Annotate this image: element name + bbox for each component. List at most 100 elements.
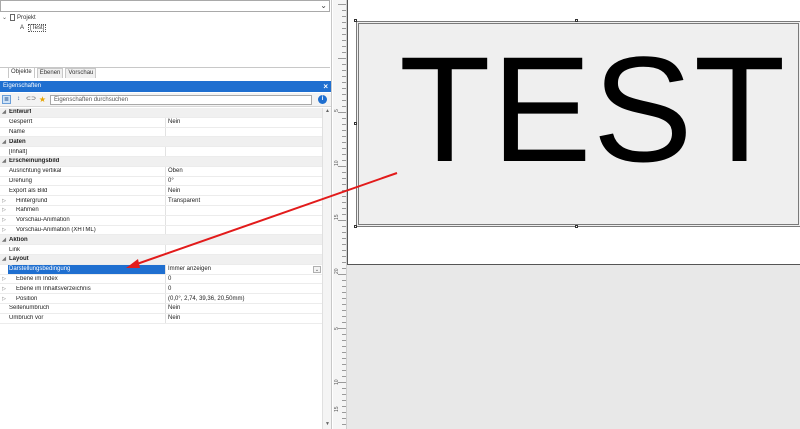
text-object-frame[interactable]: TEST [356,21,800,227]
ruler-tick [342,136,346,137]
property-name: Gesperrt [9,119,33,126]
property-value[interactable]: Immer anzeigen ⌄ [165,264,322,274]
design-canvas[interactable]: 5 10 15 20 5 10 15 TEST [333,0,800,429]
expand-icon[interactable]: ▷ [0,286,8,292]
tab-vorschau[interactable]: Vorschau [65,68,97,78]
resize-handle[interactable] [354,122,357,125]
property-row[interactable]: Gesperrt Nein [0,117,322,128]
property-value[interactable]: Nein [165,117,322,127]
property-value[interactable]: 0° [165,176,322,186]
scroll-down-icon[interactable]: ▼ [323,421,332,429]
property-row[interactable]: ▷ Position (0,0°, 2,74, 39,36, 20,50mm) [0,294,322,304]
ruler-label: 10 [334,379,340,385]
property-value[interactable] [165,147,322,156]
property-value[interactable]: Nein [165,186,322,196]
scroll-up-icon[interactable]: ▲ [323,108,332,116]
tab-ebenen[interactable]: Ebenen [36,68,64,78]
property-row[interactable]: Umbruch vor Nein [0,313,322,324]
property-value-text: 0 [168,275,172,282]
collapse-icon[interactable]: ◢ [0,256,8,262]
info-icon[interactable]: i [318,95,327,104]
resize-handle[interactable] [575,19,578,22]
dropdown-chevron-icon[interactable]: ⌄ [313,265,321,273]
formula-icon[interactable]: ⊂⊃ [26,95,36,104]
property-name: Ausrichtung vertikal [9,168,62,175]
tab-objekte[interactable]: Objekte [8,67,35,78]
property-row[interactable]: ▷ Ebene im Index 0 [0,274,322,285]
resize-handle[interactable] [354,19,357,22]
ruler-tick [342,268,346,269]
report-page[interactable]: TEST [347,0,800,265]
property-value[interactable]: 0 [165,284,322,294]
ruler-tick [342,286,346,287]
property-value[interactable] [165,206,322,215]
expand-icon[interactable]: ▷ [0,296,8,302]
property-value[interactable]: Nein [165,313,322,323]
property-value[interactable] [165,127,322,137]
collapse-icon[interactable]: ◢ [0,158,8,164]
resize-handle[interactable] [575,225,578,228]
tree-item-projekt[interactable]: ⌄ Projekt [2,13,36,22]
favorites-star-icon[interactable]: ★ [38,95,47,104]
property-name: Hintergrund [16,197,48,204]
property-grid-scrollbar[interactable]: ▲ ▼ [322,108,331,429]
property-value[interactable]: Oben [165,166,322,176]
property-row[interactable]: Ausrichtung vertikal Oben [0,166,322,177]
ruler-tick [338,274,346,275]
ruler-label: 15 [334,406,340,412]
expand-icon[interactable]: ▷ [0,198,8,204]
property-row[interactable]: [Inhalt] [0,147,322,157]
property-value[interactable]: (0,0°, 2,74, 39,36, 20,50mm) [165,294,322,303]
resize-handle[interactable] [354,225,357,228]
close-icon[interactable]: × [323,81,328,92]
property-row[interactable]: ▷ Ebene im Inhaltsverzeichnis 0 [0,284,322,295]
property-category[interactable]: ◢ Entwurf [0,108,322,118]
ruler-label: 5 [334,109,340,112]
property-row[interactable]: Link [0,245,322,255]
property-value[interactable] [165,225,322,235]
expand-icon[interactable]: ▷ [0,217,8,223]
property-row[interactable]: Darstellungsbedingung Immer anzeigen ⌄ [0,264,322,275]
property-value[interactable] [165,245,322,254]
report-container-select[interactable]: ⌄ [0,0,330,12]
property-row[interactable]: Export als Bild Nein [0,186,322,197]
ruler-tick [342,106,346,107]
property-name: [Inhalt] [9,148,28,155]
expand-icon[interactable]: ▷ [0,227,8,233]
property-row[interactable]: ▷ Rahmen [0,206,322,216]
property-row[interactable]: Drehung 0° [0,176,322,187]
expand-icon[interactable]: ▷ [0,276,8,282]
ruler-tick [342,394,346,395]
property-category[interactable]: ◢ Erscheinungsbild [0,157,322,167]
ruler-label: 20 [334,268,340,274]
property-value[interactable]: 0 [165,274,322,284]
property-row[interactable]: ▷ Vorschau-Animation (XHTML) [0,225,322,236]
property-name: Ebene im Inhaltsverzeichnis [16,285,91,292]
property-name: Seitenumbruch [9,305,50,312]
property-value[interactable]: Transparent [165,196,322,205]
property-row[interactable]: ▷ Hintergrund Transparent [0,196,322,206]
ruler-tick [342,10,346,11]
property-category[interactable]: ◢ Aktion [0,235,322,246]
property-name: Umbruch vor [9,315,44,322]
expand-icon[interactable]: ▷ [0,207,8,213]
property-row[interactable]: Name [0,127,322,138]
tree-item-test[interactable]: A [Test] [20,23,47,32]
collapse-icon[interactable]: ◢ [0,237,8,243]
property-value[interactable] [165,215,322,225]
ruler-tick [342,322,346,323]
sort-alphabetical-icon[interactable]: ↕ [14,95,23,104]
collapse-icon[interactable]: ◢ [0,139,8,145]
chevron-down-icon[interactable]: ⌄ [320,1,327,10]
categorized-view-icon[interactable]: ≣ [2,95,11,104]
collapse-icon[interactable]: ⌄ [2,14,8,21]
property-value[interactable]: Nein [165,304,322,313]
properties-search-input[interactable]: Eigenschaften durchsuchen [50,95,312,105]
property-row[interactable]: ▷ Vorschau-Animation [0,215,322,226]
property-category[interactable]: ◢ Daten [0,137,322,148]
property-category[interactable]: ◢ Layout [0,255,322,265]
document-icon [10,14,15,21]
collapse-icon[interactable]: ◢ [0,109,8,115]
ruler-tick [342,352,346,353]
property-row[interactable]: Seitenumbruch Nein [0,304,322,314]
